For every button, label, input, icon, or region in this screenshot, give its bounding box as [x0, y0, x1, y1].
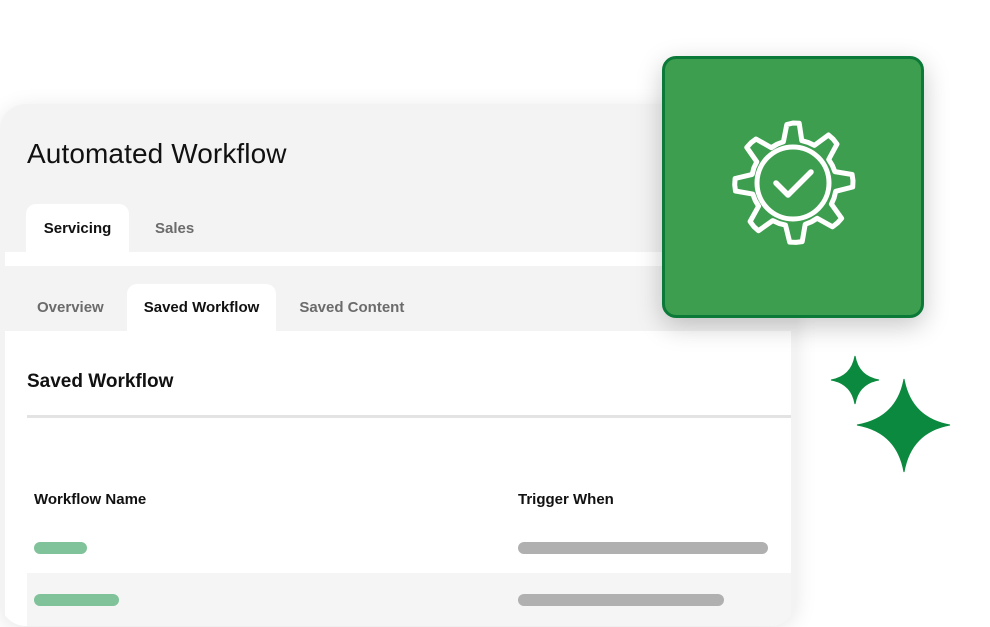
gear-check-icon — [732, 120, 856, 245]
workflow-name-placeholder — [34, 594, 119, 606]
sparkle-icon — [830, 355, 951, 473]
tab-sales[interactable]: Sales — [129, 204, 214, 252]
workflow-name-placeholder — [34, 542, 87, 554]
trigger-placeholder — [518, 542, 768, 554]
column-header-trigger-when: Trigger When — [518, 491, 614, 508]
column-header-workflow-name: Workflow Name — [34, 491, 147, 508]
tab-saved-content[interactable]: Saved Content — [282, 284, 421, 331]
sub-tab-bar: Overview Saved Workflow Saved Content — [20, 284, 421, 331]
tab-overview[interactable]: Overview — [20, 284, 121, 331]
panel-divider — [27, 415, 791, 418]
trigger-placeholder — [518, 594, 724, 606]
tab-saved-workflow[interactable]: Saved Workflow — [126, 284, 277, 331]
panel-heading: Saved Workflow — [27, 371, 174, 392]
top-tab-bar: Servicing Sales — [26, 204, 214, 252]
automation-tile — [662, 56, 924, 318]
table-row[interactable] — [27, 573, 791, 626]
table-row[interactable] — [27, 525, 791, 571]
tab-servicing[interactable]: Servicing — [26, 204, 129, 252]
saved-workflow-panel: Saved Workflow Workflow Name Trigger Whe… — [5, 331, 791, 626]
page-title: Automated Workflow — [27, 138, 287, 169]
stage: Automated Workflow Servicing Sales Overv… — [0, 0, 990, 627]
